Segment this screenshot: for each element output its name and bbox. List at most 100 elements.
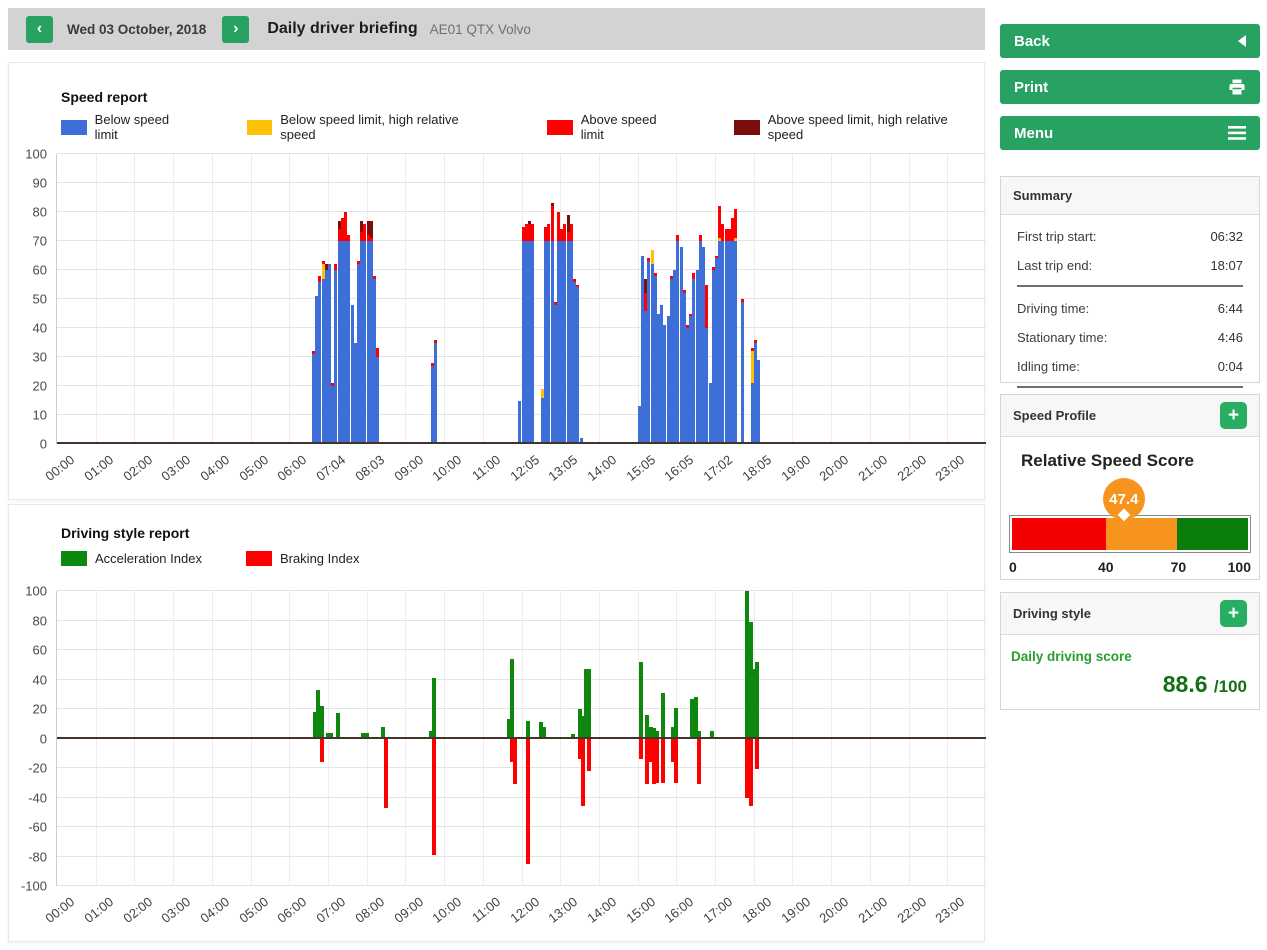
x-axis-tick-label: 12:05 bbox=[507, 452, 542, 484]
x-axis-tick-label: 11:00 bbox=[469, 452, 503, 483]
summary-row-value: 4:46 bbox=[1218, 330, 1243, 345]
x-axis-tick-label: 08:00 bbox=[352, 894, 387, 926]
relative-speed-score-heading: Relative Speed Score bbox=[1021, 451, 1194, 471]
printer-icon bbox=[1228, 78, 1246, 96]
previous-day-button[interactable]: ‹ bbox=[26, 16, 53, 43]
x-axis-tick-label: 00:00 bbox=[42, 894, 77, 926]
vertical-gridline bbox=[947, 591, 948, 886]
x-axis-tick-label: 05:00 bbox=[236, 452, 271, 484]
menu-button[interactable]: Menu bbox=[1000, 116, 1260, 150]
x-axis-tick-label: 03:00 bbox=[159, 894, 194, 926]
x-axis-tick-label: 23:00 bbox=[933, 894, 968, 926]
summary-panel-header: Summary bbox=[1001, 177, 1259, 215]
gauge-scale-label: 70 bbox=[1171, 559, 1187, 575]
gauge-segment-red bbox=[1012, 518, 1106, 550]
x-axis-tick-label: 06:00 bbox=[275, 894, 310, 926]
speed-bar-segment bbox=[741, 299, 744, 302]
driving-style-title: Driving style bbox=[1013, 606, 1091, 621]
vertical-gridline bbox=[870, 154, 871, 444]
braking-bar bbox=[697, 739, 701, 785]
expand-driving-style-button[interactable]: + bbox=[1220, 600, 1247, 627]
vertical-gridline bbox=[328, 591, 329, 886]
speed-bar-segment bbox=[654, 273, 657, 276]
speed-bar-segment bbox=[576, 287, 579, 444]
vertical-gridline bbox=[638, 154, 639, 444]
gridline bbox=[57, 590, 986, 591]
sidebar: Back Print Menu Summary bbox=[1000, 0, 1260, 950]
acceleration-bar bbox=[587, 669, 591, 738]
x-axis-tick-label: 17:02 bbox=[701, 452, 736, 484]
y-axis-tick-label: 10 bbox=[33, 408, 47, 423]
braking-bar bbox=[655, 739, 659, 783]
hamburger-menu-icon bbox=[1228, 126, 1246, 140]
page-title: Daily driver briefing bbox=[267, 20, 417, 38]
vertical-gridline bbox=[483, 591, 484, 886]
x-axis-tick-label: 06:00 bbox=[275, 452, 310, 484]
summary-row-value: 0:04 bbox=[1218, 359, 1243, 374]
legend-item: Below speed limit bbox=[61, 112, 195, 142]
acceleration-bar bbox=[336, 713, 340, 738]
x-axis-tick-label: 09:00 bbox=[391, 452, 426, 484]
summary-divider bbox=[1017, 285, 1243, 287]
summary-row: First trip start: 06:32 bbox=[1001, 229, 1259, 244]
speed-report-plot: 010203040506070809010000:0001:0002:0003:… bbox=[56, 154, 986, 444]
vertical-gridline bbox=[522, 591, 523, 886]
x-axis-tick-label: 10:00 bbox=[430, 894, 465, 926]
y-axis-tick-label: 100 bbox=[25, 147, 47, 162]
summary-row: Stationary time: 4:46 bbox=[1001, 330, 1259, 345]
x-axis-tick-label: 08:03 bbox=[352, 452, 387, 484]
speed-report-legend: Below speed limit Below speed limit, hig… bbox=[61, 112, 984, 142]
legend-label: Below speed limit bbox=[95, 112, 195, 142]
acceleration-bar bbox=[320, 706, 324, 738]
vertical-gridline bbox=[870, 591, 871, 886]
acceleration-bar bbox=[661, 693, 665, 739]
back-button[interactable]: Back bbox=[1000, 24, 1260, 58]
legend-label: Braking Index bbox=[280, 551, 360, 566]
x-axis-tick-label: 21:00 bbox=[855, 452, 890, 484]
summary-row-label: Driving time: bbox=[1017, 301, 1089, 316]
speed-bar-segment bbox=[551, 206, 554, 241]
gridline bbox=[57, 620, 986, 621]
x-axis-tick-label: 22:00 bbox=[894, 894, 929, 926]
x-axis-tick-label: 10:00 bbox=[430, 452, 465, 484]
vertical-gridline bbox=[715, 591, 716, 886]
speed-bar-segment bbox=[576, 285, 579, 288]
speed-bar-segment bbox=[370, 221, 373, 238]
braking-bar bbox=[674, 739, 678, 783]
summary-row: Driving time: 6:44 bbox=[1001, 301, 1259, 316]
x-axis-tick-label: 20:00 bbox=[817, 894, 852, 926]
gauge-scale-label: 100 bbox=[1228, 559, 1251, 575]
vertical-gridline bbox=[212, 591, 213, 886]
y-axis-tick-label: -40 bbox=[28, 790, 47, 805]
x-axis-tick-label: 16:00 bbox=[662, 894, 697, 926]
vertical-gridline bbox=[96, 154, 97, 444]
y-axis-tick-label: -20 bbox=[28, 761, 47, 776]
gauge-scale-label: 40 bbox=[1098, 559, 1114, 575]
vertical-gridline bbox=[792, 154, 793, 444]
legend-item: Braking Index bbox=[246, 551, 360, 566]
braking-bar bbox=[432, 739, 436, 856]
summary-title: Summary bbox=[1013, 188, 1072, 203]
print-button[interactable]: Print bbox=[1000, 70, 1260, 104]
x-axis-tick-label: 01:00 bbox=[81, 452, 116, 484]
vertical-gridline bbox=[909, 154, 910, 444]
next-day-button[interactable]: › bbox=[222, 16, 249, 43]
top-header: ‹ Wed 03 October, 2018 › Daily driver br… bbox=[8, 8, 985, 50]
speed-report-title: Speed report bbox=[61, 89, 147, 105]
braking-bar bbox=[513, 739, 517, 785]
gridline bbox=[57, 767, 986, 768]
speed-bar-segment bbox=[676, 235, 679, 241]
daily-driving-score-label: Daily driving score bbox=[1011, 649, 1132, 664]
x-axis-tick-label: 12:00 bbox=[507, 894, 542, 926]
vertical-gridline bbox=[909, 591, 910, 886]
y-axis-tick-label: 100 bbox=[25, 584, 47, 599]
expand-speed-profile-button[interactable]: + bbox=[1220, 402, 1247, 429]
chevron-right-icon: › bbox=[233, 20, 238, 38]
driving-style-report-card: Driving style report Acceleration Index … bbox=[8, 504, 985, 942]
acceleration-bar bbox=[755, 662, 759, 739]
summary-row-label: First trip start: bbox=[1017, 229, 1096, 244]
y-axis-tick-label: 20 bbox=[33, 702, 47, 717]
speed-bar-segment bbox=[347, 235, 350, 241]
x-axis-tick-label: 05:00 bbox=[236, 894, 271, 926]
speed-bar-segment bbox=[573, 279, 576, 282]
